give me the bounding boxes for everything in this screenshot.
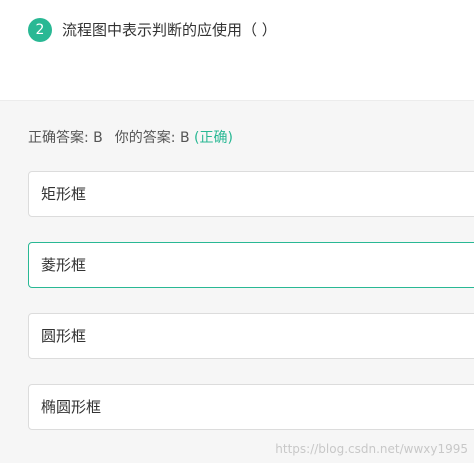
option-b[interactable]: 菱形框 xyxy=(28,242,474,288)
option-label: 矩形框 xyxy=(41,185,87,203)
your-answer-label: 你的答案: B xyxy=(114,130,190,146)
watermark: https://blog.csdn.net/wwxy1995 xyxy=(275,442,468,456)
answer-panel: 正确答案: B 你的答案: B (正确) 矩形框 菱形框 圆形框 椭圆形框 xyxy=(0,100,474,463)
option-a[interactable]: 矩形框 xyxy=(28,171,474,217)
option-label: 圆形框 xyxy=(41,327,87,345)
question-header: 2 流程图中表示判断的应使用（ ） xyxy=(0,0,474,100)
option-label: 椭圆形框 xyxy=(41,398,102,416)
answer-summary: 正确答案: B 你的答案: B (正确) xyxy=(28,127,233,147)
option-label: 菱形框 xyxy=(41,256,87,274)
correct-answer-label: 正确答案: B xyxy=(28,130,103,146)
option-c[interactable]: 圆形框 xyxy=(28,313,474,359)
question-text: 流程图中表示判断的应使用（ ） xyxy=(62,21,277,39)
question-number-badge: 2 xyxy=(28,18,52,42)
answer-status: (正确) xyxy=(194,130,233,146)
option-d[interactable]: 椭圆形框 xyxy=(28,384,474,430)
